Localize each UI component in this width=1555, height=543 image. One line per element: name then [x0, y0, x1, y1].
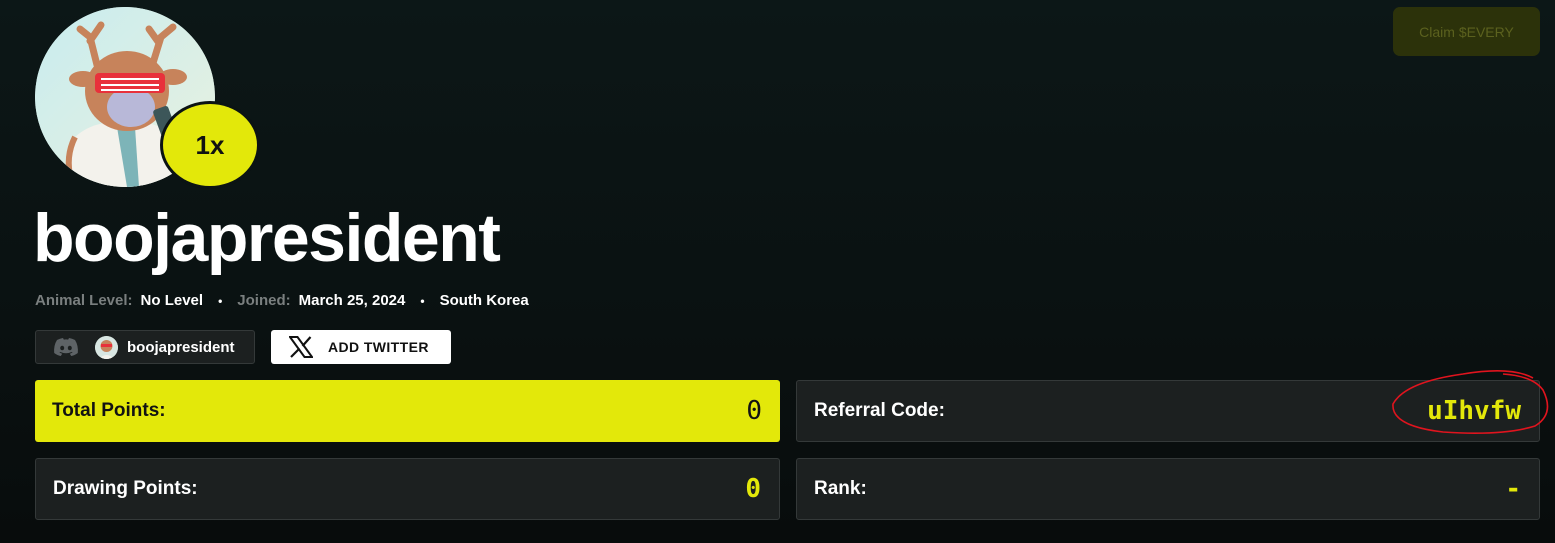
- claim-every-button[interactable]: Claim $EVERY: [1393, 7, 1540, 56]
- total-points-label: Total Points:: [52, 400, 166, 421]
- add-twitter-button[interactable]: ADD TWITTER: [271, 330, 451, 364]
- discord-username: boojapresident: [127, 338, 235, 356]
- joined-label: Joined:: [237, 292, 291, 309]
- rank-value: -: [1505, 474, 1521, 504]
- drawing-points-card: Drawing Points: 0: [35, 458, 780, 520]
- joined-value: March 25, 2024: [298, 292, 406, 309]
- x-icon: [289, 336, 313, 358]
- drawing-points-label: Drawing Points:: [53, 478, 198, 499]
- discord-account-chip[interactable]: boojapresident: [35, 330, 255, 364]
- discord-avatar: [95, 335, 118, 359]
- separator-dot: •: [420, 293, 425, 308]
- referral-code-label: Referral Code:: [814, 400, 945, 421]
- separator-dot: •: [218, 293, 223, 308]
- referral-code-wrap: uIhvfw: [1392, 370, 1549, 434]
- animal-level-value: No Level: [140, 292, 204, 309]
- profile-meta: Animal Level: No Level • Joined: March 2…: [35, 292, 529, 309]
- multiplier-value: 1x: [163, 104, 257, 186]
- add-twitter-label: ADD TWITTER: [328, 339, 429, 355]
- referral-code-value[interactable]: uIhvfw: [1427, 396, 1521, 426]
- discord-icon: [54, 338, 78, 356]
- drawing-points-value: 0: [745, 474, 761, 504]
- multiplier-badge: 1x: [160, 101, 260, 189]
- rank-card: Rank: -: [796, 458, 1540, 520]
- animal-level-label: Animal Level:: [35, 292, 133, 309]
- location-value: South Korea: [439, 292, 529, 309]
- total-points-value: 0: [746, 396, 762, 426]
- rank-label: Rank:: [814, 478, 867, 499]
- referral-code-card: Referral Code: uIhvfw: [796, 370, 1549, 442]
- total-points-card: Total Points: 0: [35, 380, 780, 442]
- username-heading: boojapresident: [33, 200, 501, 276]
